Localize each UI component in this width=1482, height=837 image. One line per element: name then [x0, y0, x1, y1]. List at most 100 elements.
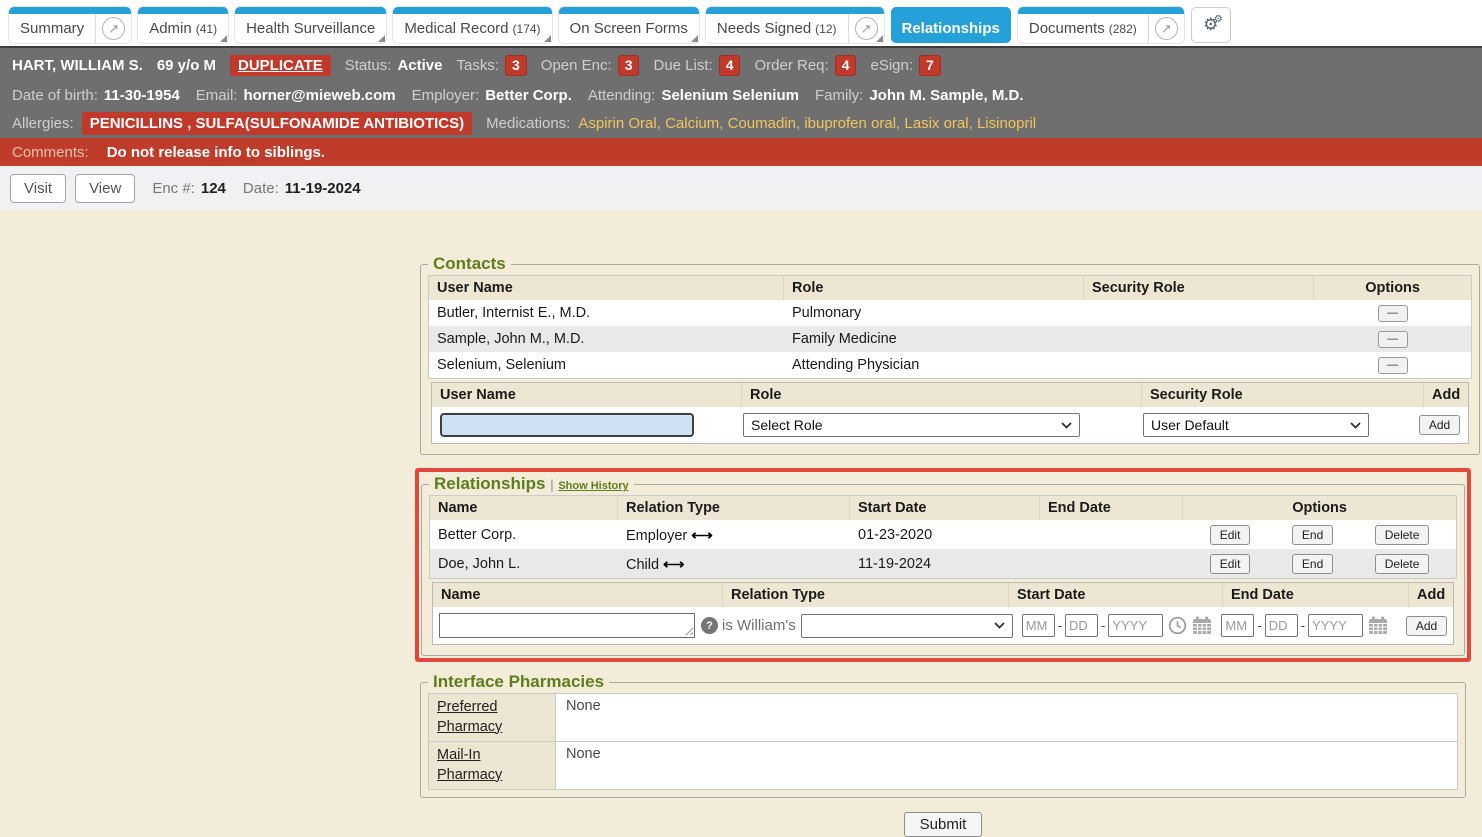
popout-button[interactable]: ↗: [95, 14, 131, 43]
col-security-role: Security Role: [1142, 383, 1424, 407]
contact-role-select[interactable]: Select Role: [743, 413, 1080, 437]
tab-label: Summary: [9, 20, 95, 37]
email-label: Email:: [196, 87, 238, 104]
calendar-icon[interactable]: [1368, 616, 1388, 635]
encounter-bar: Visit View Enc #: 124 Date: 11-19-2024: [0, 166, 1482, 210]
pharmacy-row: Preferred Pharmacy None: [429, 694, 1457, 742]
remove-contact-button[interactable]: —: [1378, 305, 1408, 322]
patient-header-row-1: HART, WILLIAM S. 69 y/o M DUPLICATE Stat…: [0, 48, 1482, 82]
contact-role: Family Medicine: [784, 327, 1084, 351]
end-day-input[interactable]: [1265, 614, 1298, 637]
col-name: Name: [430, 496, 618, 520]
contacts-legend: Contacts: [428, 254, 511, 274]
tab-health-surveillance[interactable]: Health Surveillance: [235, 7, 386, 43]
settings-button[interactable]: ⚙ ⚙: [1191, 7, 1231, 43]
col-user-name: User Name: [432, 383, 742, 407]
enc-date-label: Date:: [243, 180, 279, 197]
tab-on-screen-forms[interactable]: On Screen Forms: [559, 7, 699, 43]
col-end-date: End Date: [1223, 583, 1409, 607]
relationships-legend: Relationships | Show History: [429, 474, 634, 494]
relationship-end-date: [1040, 560, 1183, 568]
contact-user-name-input[interactable]: [440, 413, 694, 437]
tab-label: Documents: [1018, 20, 1116, 37]
col-role: Role: [742, 383, 1142, 407]
contact-security-role-select[interactable]: User Default: [1143, 413, 1369, 437]
preferred-pharmacy-link[interactable]: Preferred Pharmacy: [437, 699, 502, 735]
medication-item: Aspirin Oral: [578, 115, 665, 132]
delete-relationship-button[interactable]: Delete: [1375, 554, 1430, 574]
tasks-count-badge[interactable]: 3: [505, 55, 527, 76]
email-value: horner@mieweb.com: [243, 87, 395, 104]
allergies-badge: PENICILLINS , SULFA(SULFONAMIDE ANTIBIOT…: [82, 112, 472, 135]
due-list-count-badge[interactable]: 4: [719, 55, 741, 76]
relation-type-select[interactable]: [801, 614, 1013, 638]
medication-item: Coumadin: [728, 115, 805, 132]
dropdown-fold-icon: [378, 35, 385, 42]
remove-contact-button[interactable]: —: [1378, 357, 1408, 374]
start-day-input[interactable]: [1065, 614, 1098, 637]
duplicate-badge[interactable]: DUPLICATE: [230, 55, 331, 76]
col-add: Add: [1424, 383, 1468, 407]
end-date-fields: - -: [1221, 614, 1388, 637]
visit-button[interactable]: Visit: [10, 174, 66, 203]
edit-relationship-button[interactable]: Edit: [1210, 525, 1251, 545]
contacts-table: User Name Role Security Role Options But…: [428, 275, 1472, 379]
tab-needs-signed[interactable]: Needs Signed (12) ↗: [706, 7, 884, 43]
tab-documents[interactable]: Documents (282) ↗: [1018, 7, 1184, 43]
contact-row: Selenium, Selenium Attending Physician —: [429, 352, 1471, 378]
show-history-link[interactable]: Show History: [558, 480, 628, 492]
order-req-label: Order Req:: [754, 57, 828, 74]
tab-bar: Summary ↗ Admin (41) Health Surveillance…: [0, 0, 1482, 48]
start-year-input[interactable]: [1108, 614, 1163, 637]
view-button[interactable]: View: [75, 174, 135, 203]
dob-value: 11-30-1954: [104, 87, 180, 104]
gear-small-icon: ⚙: [1214, 14, 1223, 25]
end-month-input[interactable]: [1221, 614, 1254, 637]
esign-count-badge[interactable]: 7: [919, 55, 941, 76]
mail-in-pharmacy-link[interactable]: Mail-In Pharmacy: [437, 747, 502, 783]
open-enc-count-badge[interactable]: 3: [618, 55, 640, 76]
dob-label: Date of birth:: [12, 87, 98, 104]
end-relationship-button[interactable]: End: [1292, 525, 1333, 545]
enc-number-label: Enc #:: [152, 180, 195, 197]
col-user-name: User Name: [429, 276, 784, 300]
end-year-input[interactable]: [1308, 614, 1363, 637]
tab-label: On Screen Forms: [559, 20, 699, 37]
submit-button[interactable]: Submit: [904, 812, 983, 837]
tab-medical-record[interactable]: Medical Record (174): [393, 7, 551, 43]
clock-icon[interactable]: [1168, 616, 1187, 635]
tab-summary[interactable]: Summary ↗: [9, 7, 131, 43]
relationships-header-row: Name Relation Type Start Date End Date O…: [430, 496, 1456, 520]
popout-button[interactable]: ↗: [1148, 14, 1184, 43]
relationship-start-date: 11-19-2024: [850, 552, 1040, 576]
start-month-input[interactable]: [1022, 614, 1055, 637]
tab-admin[interactable]: Admin (41): [138, 7, 228, 43]
remove-contact-button[interactable]: —: [1378, 331, 1408, 348]
calendar-icon[interactable]: [1192, 616, 1212, 635]
selected-security-role: User Default: [1151, 417, 1229, 433]
delete-relationship-button[interactable]: Delete: [1375, 525, 1430, 545]
add-contact-button[interactable]: Add: [1419, 415, 1460, 435]
col-name: Name: [433, 583, 723, 607]
tab-label: Admin: [138, 20, 203, 37]
chevron-down-icon: [1061, 422, 1072, 429]
contact-user-name: Butler, Internist E., M.D.: [429, 301, 784, 325]
help-icon[interactable]: ?: [701, 617, 718, 634]
end-relationship-button[interactable]: End: [1292, 554, 1333, 574]
tab-relationships[interactable]: Relationships: [891, 7, 1011, 43]
due-list-label: Due List:: [653, 57, 712, 74]
contacts-header-row: User Name Role Security Role Options: [429, 276, 1471, 300]
add-contact-box: User Name Role Security Role Add Select …: [431, 382, 1469, 444]
enc-number-value: 124: [201, 180, 226, 197]
add-contact-header-row: User Name Role Security Role Add: [432, 383, 1468, 407]
add-relationship-button[interactable]: Add: [1406, 616, 1447, 636]
family-value: John M. Sample, M.D.: [869, 87, 1023, 104]
relation-type-text: Employer: [626, 528, 687, 544]
relationship-row: Better Corp. Employer⟷ 01-23-2020 Edit E…: [430, 520, 1456, 549]
popout-icon: ↗: [102, 17, 125, 40]
order-req-count-badge[interactable]: 4: [835, 55, 857, 76]
edit-relationship-button[interactable]: Edit: [1210, 554, 1251, 574]
add-relationship-row: ? is William's - -: [433, 607, 1453, 644]
col-role: Role: [784, 276, 1084, 300]
relationship-name-input[interactable]: [439, 613, 695, 638]
